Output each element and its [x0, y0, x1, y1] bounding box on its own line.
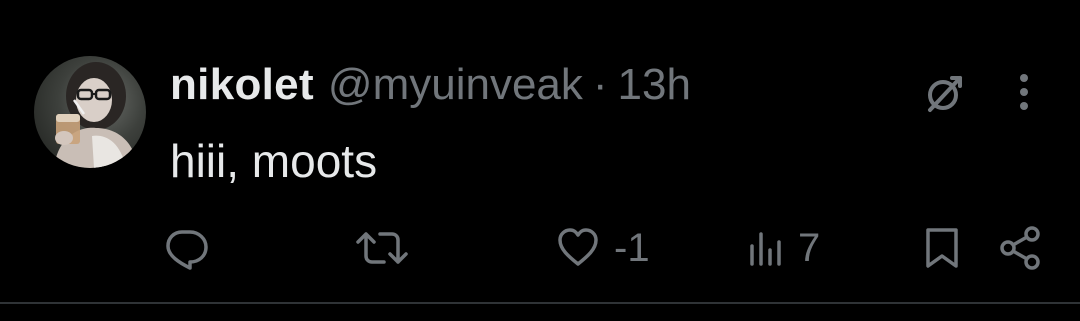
like-button[interactable]: -1	[554, 218, 650, 278]
views-button[interactable]: 7	[746, 218, 820, 278]
grok-icon	[928, 76, 962, 112]
tweet-divider	[0, 302, 1080, 304]
separator-dot: ·	[592, 60, 608, 109]
tweet-text: hiii, moots	[170, 135, 378, 187]
reply-button[interactable]	[162, 218, 222, 278]
share-icon	[1000, 226, 1040, 270]
grok-button[interactable]	[918, 68, 970, 120]
views-count: 7	[798, 225, 821, 270]
bookmark-button[interactable]	[918, 218, 966, 278]
more-vertical-icon	[1020, 74, 1028, 110]
avatar[interactable]	[34, 56, 146, 168]
tweet-actions: -1 7	[0, 218, 1080, 278]
retweet-button[interactable]	[354, 218, 422, 278]
tweet-header: nikolet @myuinveak · 13h	[170, 60, 691, 120]
like-count: -1	[614, 225, 650, 270]
heart-icon	[558, 228, 598, 266]
share-button[interactable]	[996, 218, 1044, 278]
more-options-button[interactable]	[1004, 66, 1044, 118]
timestamp[interactable]: 13h	[618, 60, 691, 110]
views-icon	[750, 232, 781, 266]
bookmark-icon	[926, 228, 958, 268]
retweet-icon	[356, 232, 408, 264]
user-handle[interactable]: @myuinveak	[328, 60, 583, 110]
tweet[interactable]: nikolet @myuinveak · 13h hiii, moots -1 …	[0, 0, 1080, 321]
avatar-image	[54, 62, 138, 168]
display-name[interactable]: nikolet	[170, 60, 314, 110]
reply-icon	[166, 230, 208, 270]
